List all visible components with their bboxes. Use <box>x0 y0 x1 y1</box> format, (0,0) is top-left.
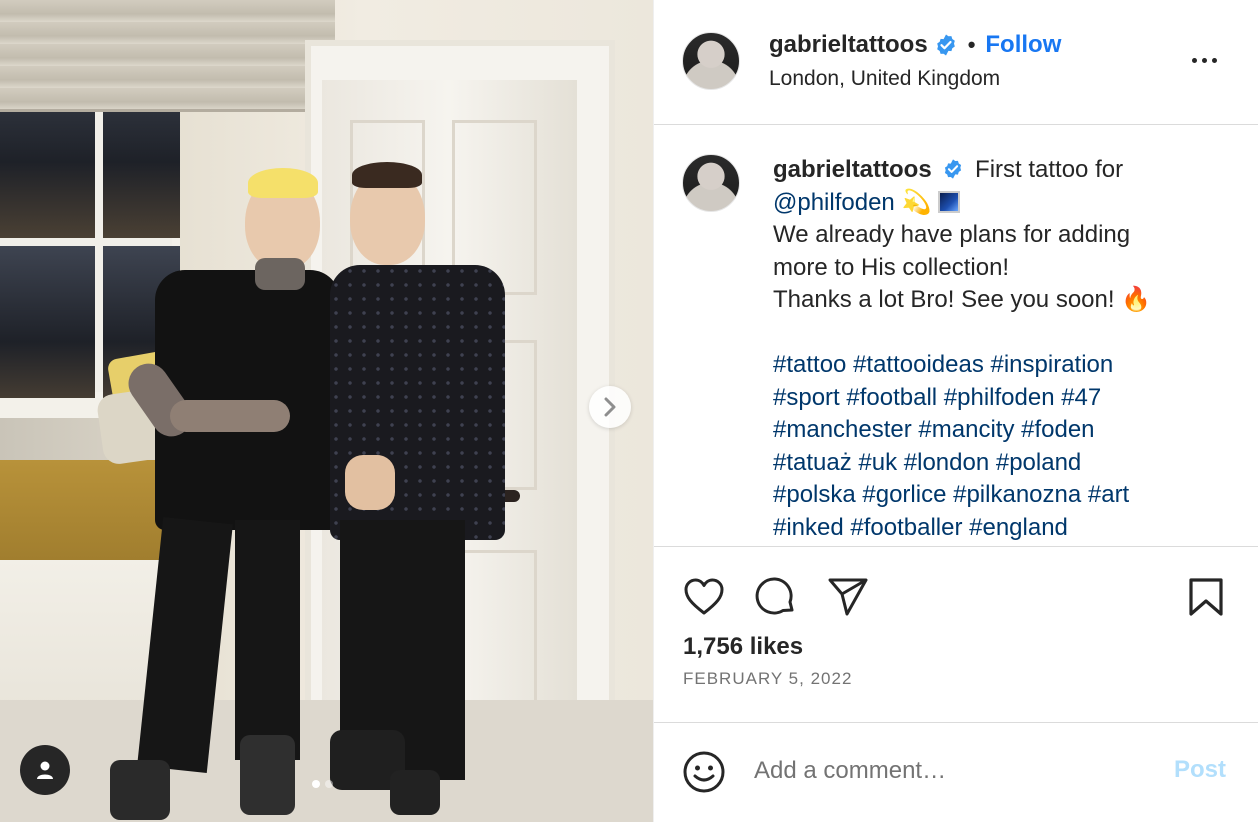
caption-text: gabrieltattoos First tattoo for @philfod… <box>773 154 1243 544</box>
caption-emoji-fire: 🔥 <box>1121 286 1152 313</box>
photo-floor <box>0 700 653 822</box>
carousel-dot-active <box>312 780 320 788</box>
tagged-users-button[interactable] <box>20 745 70 795</box>
comment-button[interactable] <box>754 575 798 619</box>
post-location[interactable]: London, United Kingdom <box>769 67 1000 91</box>
verified-badge-icon <box>936 34 955 56</box>
post-header: gabrieltattoos • Follow London, United K… <box>654 0 1258 125</box>
caption-hashtags-line[interactable]: #inked #footballer #england <box>773 514 1068 541</box>
carousel-dot <box>325 780 333 788</box>
caption-hashtags-line[interactable]: #tattoo #tattooideas #inspiration <box>773 351 1113 378</box>
caption-hashtags-line[interactable]: #tatuaż #uk #london #poland <box>773 449 1081 476</box>
add-comment-bar: Post <box>654 722 1258 822</box>
save-button[interactable] <box>1184 575 1228 619</box>
chevron-right-icon <box>604 397 616 417</box>
caption-emoji-night-sky <box>938 190 961 213</box>
author-username[interactable]: gabrieltattoos <box>769 31 928 59</box>
caption-emoji-dizzy: 💫 <box>901 188 932 216</box>
header-separator: • <box>967 32 976 57</box>
share-button[interactable] <box>826 575 870 619</box>
carousel-next-button[interactable] <box>589 386 631 428</box>
post-date[interactable]: FEBRUARY 5, 2022 <box>683 669 852 689</box>
caption-hashtags-line[interactable]: #manchester #mancity #foden <box>773 416 1095 443</box>
comment-input[interactable] <box>754 751 1154 791</box>
caption-line-4: Thanks a lot Bro! See you soon! <box>773 286 1115 313</box>
caption-avatar[interactable] <box>682 154 740 212</box>
heart-icon <box>684 578 724 615</box>
follow-button[interactable]: Follow <box>985 31 1061 59</box>
likes-count[interactable]: 1,756 likes <box>683 633 803 661</box>
author-row: gabrieltattoos • Follow <box>769 31 1061 59</box>
post-actions: 1,756 likes FEBRUARY 5, 2022 <box>654 546 1258 722</box>
caption-line-2: We already have plans for adding <box>773 221 1131 248</box>
caption-mention[interactable]: @philfoden <box>773 189 895 216</box>
share-icon <box>828 578 868 616</box>
photo-blind <box>0 0 335 112</box>
bookmark-icon <box>1189 578 1223 616</box>
caption-hashtags-line[interactable]: #sport #football #philfoden #47 <box>773 384 1101 411</box>
caption-section: gabrieltattoos First tattoo for @philfod… <box>654 126 1258 546</box>
emoji-picker-button[interactable] <box>682 750 726 794</box>
like-button[interactable] <box>682 575 726 619</box>
carousel-indicator <box>312 780 333 788</box>
author-avatar[interactable] <box>682 32 740 90</box>
post-details-panel: gabrieltattoos • Follow London, United K… <box>653 0 1258 822</box>
emoji-icon <box>683 751 725 793</box>
caption-line-1: First tattoo for <box>975 156 1124 183</box>
user-icon <box>37 761 53 779</box>
post-photo[interactable] <box>0 0 653 822</box>
post-comment-button[interactable]: Post <box>1174 756 1226 784</box>
caption-hashtags-line[interactable]: #polska #gorlice #pilkanozna #art <box>773 481 1129 508</box>
more-options-icon[interactable] <box>1192 58 1217 63</box>
comment-icon <box>755 577 794 615</box>
caption-username[interactable]: gabrieltattoos <box>773 156 932 183</box>
verified-badge-icon <box>945 159 962 179</box>
caption-line-3: more to His collection! <box>773 253 1010 281</box>
